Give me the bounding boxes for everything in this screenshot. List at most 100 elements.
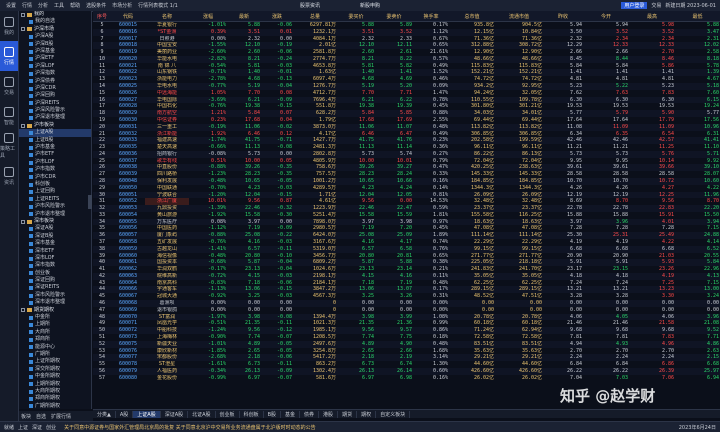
table-row[interactable]: 7 600017 日照港 0.00% 2.32 0.00 4084.1万 2.32 2.33 0.… — [93, 36, 720, 43]
tree-item[interactable]: 沪深指数 — [19, 70, 91, 77]
trade-button[interactable]: 交易 — [651, 2, 661, 9]
column-header[interactable]: 昨收 — [543, 11, 583, 22]
table-row[interactable]: 26 600038 中直股份 -0.88% 39.26 -0.35 758.6万 39.26 3… — [93, 164, 720, 172]
table-row[interactable]: 56 600079 人福医药 -0.34% 26.13 -0.09 1302.4万 26.13… — [93, 367, 720, 375]
tree-item[interactable]: 沪深债券 — [19, 78, 91, 85]
leftbar-item[interactable]: 交易 — [0, 71, 18, 101]
column-header[interactable]: 换手率 — [413, 11, 449, 22]
menu-item[interactable]: 行情 — [22, 2, 32, 9]
tree-item[interactable]: 沪市退市整理 — [19, 211, 91, 218]
tree-item[interactable]: 沪市CDR — [19, 174, 91, 181]
tree-item[interactable]: 沪深B股 — [19, 41, 91, 48]
tree-item[interactable]: 大商所 — [19, 329, 91, 336]
market-tab[interactable]: 期权 — [357, 410, 377, 418]
table-row[interactable]: 34 600055 万东医疗 0.08% 3.97 0.00 7898.0万 3.97 3.98… — [93, 218, 720, 226]
tree-item[interactable]: 沪市指数 — [19, 166, 91, 173]
table-row[interactable]: 27 600039 四川路桥 -1.23% 28.23 -0.35 757.5万 28.23 2… — [93, 171, 720, 178]
market-tab[interactable]: 期货 — [338, 410, 358, 418]
market-tab[interactable]: 北证A股 — [188, 410, 216, 418]
tree-item[interactable]: 能源中心 — [19, 344, 91, 351]
tree-item[interactable]: 深市指数 — [19, 262, 91, 269]
market-tab[interactable]: 港股 — [319, 410, 339, 418]
tree-item[interactable]: 深证REITS — [19, 284, 91, 291]
market-tab[interactable]: 债券 — [300, 410, 320, 418]
tree-item[interactable]: 沪深ETF — [19, 55, 91, 62]
tree-group[interactable]: 沪市板块 — [19, 122, 91, 129]
table-row[interactable]: 14 600025 华电水电 -0.77% 5.19 -0.04 1276.7万 5.19 5.… — [93, 83, 720, 90]
leftbar-item[interactable]: 智能 — [0, 101, 18, 131]
table-row[interactable]: 40 600061 国投资本 -0.68% 5.87 -0.04 6809.2万 5.87 5.… — [93, 259, 720, 267]
column-header[interactable]: 总市值 — [449, 11, 495, 22]
tree-item[interactable]: 我的自选 — [19, 18, 91, 25]
table-row[interactable]: 16 600027 华电国际 -3.69% 6.21 -0.09 7696.4万 6.21 6.… — [93, 96, 720, 104]
tree-item[interactable]: 深市退市整理 — [19, 299, 91, 306]
tree-group[interactable]: 深市板块 — [19, 218, 91, 225]
tree-item[interactable]: 沪市基金 — [19, 144, 91, 151]
tree-item[interactable]: 沪市LOF — [19, 159, 91, 166]
menu-item-ipo[interactable]: 新股申购 — [360, 2, 380, 9]
menu-item[interactable]: 分析 — [38, 2, 48, 9]
status-sz[interactable]: 深证 — [32, 424, 42, 431]
market-tab[interactable]: 自定义板块 — [376, 410, 411, 418]
market-tab[interactable]: 创业板 — [216, 410, 240, 418]
table-row[interactable]: 36 600057 厦门象屿 -0.88% 25.08 -0.22 6424.0万 25.08… — [93, 232, 720, 239]
status-sh[interactable]: 上证 — [18, 424, 28, 431]
menu-item[interactable]: 帮助 — [70, 2, 80, 9]
column-header[interactable]: 代码 — [111, 11, 145, 22]
column-header[interactable]: 总量 — [293, 11, 337, 22]
table-row[interactable]: 37 600058 五矿发展 -0.76% 4.16 -0.03 3167.6万 4.16 4.… — [93, 239, 720, 246]
tree-item[interactable]: 深市ETF — [19, 248, 91, 255]
leftbar-item[interactable]: 行情 — [0, 41, 18, 71]
tree-item[interactable]: 郑商所期权 — [19, 395, 91, 402]
market-tab[interactable]: 深证A股 — [161, 410, 189, 418]
table-row[interactable]: 8 600018 中国宝安 -1.55% 12.10 -0.19 2.01亿 12.10 12.… — [93, 42, 720, 50]
tree-item[interactable]: 科创板 — [19, 181, 91, 188]
tree-group[interactable]: 我的 — [19, 11, 91, 18]
splitter-handle[interactable] — [88, 195, 92, 209]
tree-item[interactable]: 沪深A股 — [19, 33, 91, 40]
table-row[interactable]: 45 600067 冠城大通 -0.92% 3.25 -0.03 4567.3万 3.25 3.… — [93, 293, 720, 300]
column-header[interactable]: 序号 — [93, 11, 111, 22]
table-row[interactable]: 49 600071 凤凰光学 -0.51% 21.35 -0.11 1021.3万 21.35… — [93, 320, 720, 327]
tree-item[interactable]: 沪深回购 — [19, 92, 91, 99]
tree-item[interactable]: 沪深基金 — [19, 48, 91, 55]
table-row[interactable]: 23 600035 楚天高速 -0.66% 11.13 -0.08 2481.3万 11.13… — [93, 144, 720, 151]
table-row[interactable]: 9 600019 美丽药业 -2.60% 2.60 -0.06 2581.8万 2.60 2.6… — [93, 49, 720, 56]
table-row[interactable]: 50 600072 中船科技 -1.24% 9.56 -0.12 1985.1万 9.56 9.… — [93, 327, 720, 334]
tree-item[interactable]: 上证A股 — [19, 129, 91, 137]
table-row[interactable]: 17 600028 中国石化 -0.76% 19.38 -0.15 551.8万 19.38 1… — [93, 103, 720, 110]
table-row[interactable]: 5 600015 华夏银行 -1.01% 5.88 -0.06 6297.81万 5.88 5.… — [93, 22, 720, 29]
table-row[interactable]: 20 600031 三一重工 -0.19% 11.06 -0.02 3873.0万 11.06… — [93, 123, 720, 131]
table-row[interactable]: 18 600029 南方航空 1.21% 5.84 0.07 628.2万 5.84 5.85 0… — [93, 110, 720, 117]
table-row[interactable]: 19 600030 中信证券 0.23% 17.68 0.04 1.79亿 17.68 17.6… — [93, 117, 720, 124]
tree-item[interactable]: 深证B股 — [19, 233, 91, 240]
column-header[interactable]: 涨跌 — [261, 11, 293, 22]
column-header[interactable]: 名称 — [145, 11, 189, 22]
table-row[interactable]: 11 600021 南 锦 八 -0.54% 5.81 -0.03 4653.8万 5.81 5… — [93, 63, 720, 70]
menu-item[interactable]: 工具 — [54, 2, 64, 9]
table-row[interactable]: 32 600053 九鼎投资 -1.39% 22.46 -0.32 1223.9万 22.46… — [93, 205, 720, 212]
table-row[interactable]: 24 600036 招商银行 -0.08% 5.73 0.00 2802.8万 5.73 5.7… — [93, 150, 720, 158]
tree-tab[interactable]: 板块 — [21, 413, 31, 420]
table-row[interactable]: 57 600080 金花股份 -0.99% 6.97 -0.07 581.6万 6.97 6.9… — [93, 375, 720, 382]
table-row[interactable]: 15 600026 中远海能 1.05% 7.70 0.08 4712.7万 7.70 7.71… — [93, 90, 720, 97]
table-row[interactable]: 13 600023 浙能电力 -2.78% 4.68 -0.13 6097.4万 4.68 4.… — [93, 76, 720, 83]
market-tab[interactable]: 基金 — [281, 410, 301, 418]
market-tab[interactable]: 分类▲ — [93, 410, 116, 418]
tree-item[interactable]: 上证回购 — [19, 188, 91, 195]
tree-item[interactable]: 郑商所 — [19, 336, 91, 343]
tree-item[interactable]: 沪深LOF — [19, 63, 91, 70]
login-button[interactable]: 用户登录 — [621, 2, 648, 9]
table-row[interactable]: 41 600062 华润双鹤 -0.17% 23.13 -0.04 1024.6万 23.13… — [93, 266, 720, 273]
table-row[interactable]: 44 600066 宇通客车 -1.13% 13.06 -0.15 3847.2万 13.06… — [93, 286, 720, 294]
table-row[interactable]: 48 600070 ST富润 -1.97% 3.98 -0.08 1394.4万 3.98 3.… — [93, 313, 720, 321]
column-header[interactable]: 最新 — [227, 11, 261, 22]
tree-item[interactable]: 深证A股 — [19, 225, 91, 232]
table-row[interactable]: 22 600033 福建高速 -1.74% 41.75 -0.71 1427.7万 41.75… — [93, 137, 720, 145]
news-ticker[interactable]: 关于同意中源证券与国家外汇管理局北京局的批复 关于同意北京沪中交易所业务流通盘属… — [64, 424, 316, 431]
table-row[interactable]: 21 600032 浙江新能 1.92% 6.46 0.12 4.17亿 6.46 6.47 0.… — [93, 131, 720, 138]
leftbar-item[interactable]: 策略工具 — [0, 131, 18, 161]
tree-item[interactable]: 上证所期权 — [19, 358, 91, 365]
menu-item[interactable]: 设置 — [6, 2, 16, 9]
table-row[interactable]: 38 600059 古越龙山 -1.41% 6.57 -0.11 5319.0万 6.57 6.… — [93, 245, 720, 253]
